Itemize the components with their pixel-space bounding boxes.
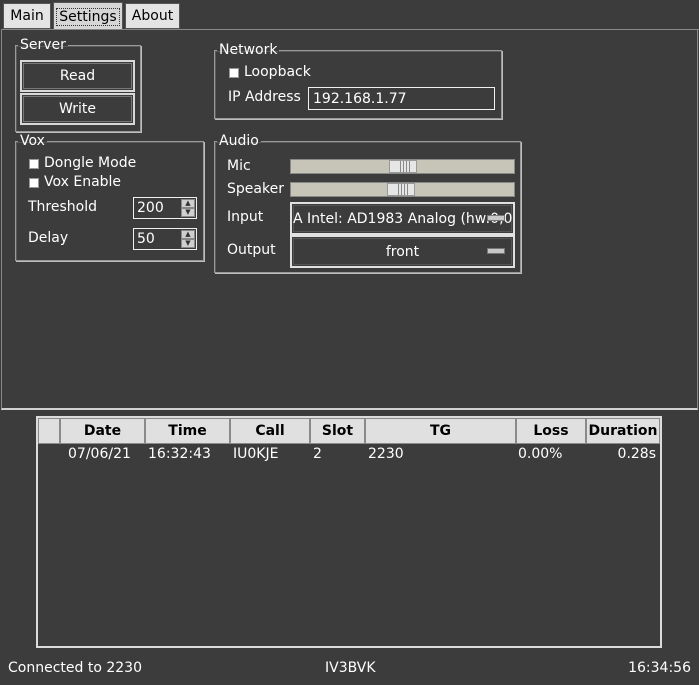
output-select[interactable]: front (290, 235, 515, 268)
network-group-title: Network (219, 42, 278, 58)
speaker-label: Speaker (227, 181, 284, 197)
column-header-duration[interactable]: Duration (586, 418, 660, 444)
dropdown-indicator-icon (487, 215, 505, 221)
spin-down-icon[interactable]: ▼ (181, 208, 195, 217)
loopback-checkbox[interactable] (229, 68, 239, 78)
threshold-spin-buttons[interactable]: ▲ ▼ (181, 199, 195, 217)
loopback-label: Loopback (244, 64, 311, 80)
speaker-slider-handle[interactable] (387, 183, 415, 196)
input-label: Input (227, 209, 264, 225)
ip-address-label: IP Address (228, 89, 301, 105)
mic-slider-handle[interactable] (389, 160, 417, 173)
status-callsign: IV3BVK (325, 660, 376, 676)
write-button[interactable]: Write (20, 93, 135, 125)
cell-slot: 2 (313, 446, 322, 462)
input-select-value: A Intel: AD1983 Analog (hw:0,0) (293, 210, 515, 227)
ip-address-field[interactable]: 192.168.1.77 (308, 87, 495, 110)
column-header-slot[interactable]: Slot (310, 418, 365, 444)
column-header-loss[interactable]: Loss (516, 418, 586, 444)
column-header-select[interactable] (38, 418, 60, 444)
speaker-slider[interactable] (290, 182, 515, 197)
server-group-title: Server (20, 37, 66, 53)
threshold-label: Threshold (28, 199, 97, 215)
output-select-value: front (385, 243, 420, 260)
status-connection: Connected to 2230 (8, 660, 142, 676)
mic-slider[interactable] (290, 159, 515, 174)
delay-spinbox[interactable]: 50 ▲ ▼ (133, 228, 197, 250)
input-select[interactable]: A Intel: AD1983 Analog (hw:0,0) (290, 202, 515, 235)
output-label: Output (227, 242, 276, 258)
spin-up-icon[interactable]: ▲ (181, 230, 195, 239)
dongle-mode-checkbox[interactable] (29, 159, 39, 169)
tab-settings[interactable]: Settings (53, 2, 123, 30)
threshold-spinbox[interactable]: 200 ▲ ▼ (133, 197, 197, 219)
delay-value: 50 (137, 231, 155, 247)
mic-label: Mic (227, 158, 251, 174)
tab-about[interactable]: About (125, 3, 180, 29)
column-header-date[interactable]: Date (60, 418, 145, 444)
vox-enable-checkbox[interactable] (29, 178, 39, 188)
threshold-value: 200 (137, 200, 164, 216)
read-button[interactable]: Read (20, 60, 135, 92)
tab-main[interactable]: Main (3, 3, 51, 29)
tab-main-label: Main (10, 8, 44, 24)
tab-settings-label: Settings (56, 7, 120, 26)
delay-label: Delay (28, 230, 69, 246)
log-table-header: Date Time Call Slot TG Loss Duration (38, 418, 660, 446)
dongle-mode-label: Dongle Mode (44, 155, 137, 171)
status-clock: 16:34:56 (628, 660, 691, 676)
vox-enable-label: Vox Enable (44, 174, 122, 190)
column-header-time[interactable]: Time (145, 418, 230, 444)
tab-about-label: About (131, 8, 174, 24)
cell-date: 07/06/21 (68, 446, 131, 462)
cell-duration: 0.28s (617, 446, 656, 462)
cell-tg: 2230 (368, 446, 404, 462)
tab-bar: Main Settings About (0, 0, 699, 31)
log-table: Date Time Call Slot TG Loss Duration 07/… (36, 416, 662, 648)
cell-call: IU0KJE (233, 446, 279, 462)
vox-group-title: Vox (20, 133, 45, 149)
cell-loss: 0.00% (518, 446, 563, 462)
spin-up-icon[interactable]: ▲ (181, 199, 195, 208)
column-header-call[interactable]: Call (230, 418, 310, 444)
column-header-tg[interactable]: TG (365, 418, 516, 444)
dropdown-indicator-icon (487, 248, 505, 254)
delay-spin-buttons[interactable]: ▲ ▼ (181, 230, 195, 248)
audio-group-title: Audio (219, 133, 259, 149)
cell-time: 16:32:43 (148, 446, 211, 462)
spin-down-icon[interactable]: ▼ (181, 239, 195, 248)
